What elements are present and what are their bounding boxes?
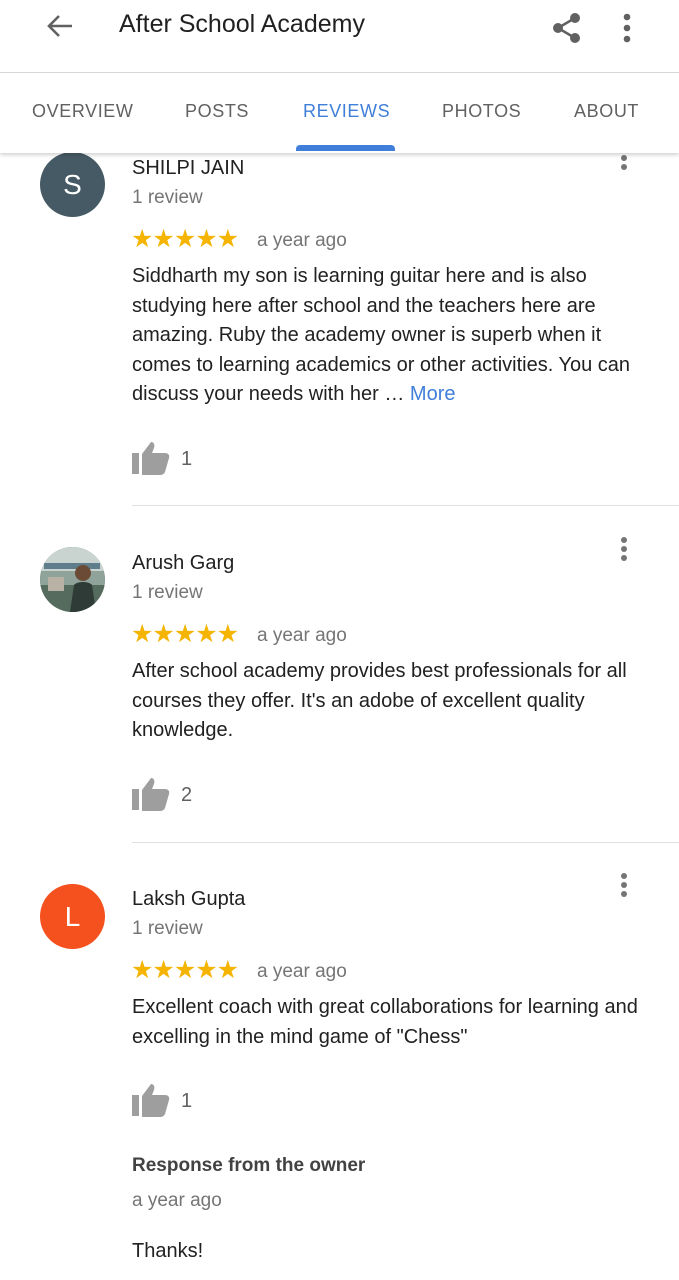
avatar[interactable]: L xyxy=(40,884,105,949)
divider xyxy=(132,842,679,843)
review-menu-icon[interactable] xyxy=(612,870,636,900)
avatar-photo[interactable] xyxy=(40,547,105,612)
owner-response-title: Response from the owner xyxy=(132,1155,366,1176)
like-count: 2 xyxy=(181,784,193,806)
review-time: a year ago xyxy=(257,961,347,982)
back-arrow-icon[interactable] xyxy=(38,6,82,46)
reviewer-name[interactable]: Laksh Gupta xyxy=(132,888,245,911)
owner-response-text: Thanks! xyxy=(132,1240,204,1262)
more-link[interactable]: More xyxy=(410,383,456,405)
star-rating: ★★★★★ xyxy=(131,225,239,253)
tab-photos[interactable]: PHOTOS xyxy=(442,101,521,122)
owner-response-time: a year ago xyxy=(132,1190,222,1211)
thumbs-up-icon[interactable] xyxy=(131,440,171,476)
reviewer-name[interactable]: Arush Garg xyxy=(132,552,234,575)
thumbs-up-icon[interactable] xyxy=(131,776,171,812)
review-text: After school academy provides best profe… xyxy=(132,660,627,742)
page-title: After School Academy xyxy=(119,10,365,38)
divider xyxy=(132,505,679,506)
reviewer-name[interactable]: SHILPI JAIN xyxy=(132,157,244,180)
tab-bar: OVERVIEW POSTS REVIEWS PHOTOS ABOUT xyxy=(0,73,679,153)
like-count: 1 xyxy=(181,1090,193,1112)
reviewer-review-count: 1 review xyxy=(132,918,203,939)
star-rating: ★★★★★ xyxy=(131,620,239,648)
review-body: Siddharth my son is learning guitar here… xyxy=(132,265,631,406)
like-count: 1 xyxy=(181,448,193,470)
thumbs-up-icon[interactable] xyxy=(131,1082,171,1118)
review-time: a year ago xyxy=(257,625,347,646)
tab-reviews[interactable]: REVIEWS xyxy=(303,101,390,122)
reviewer-review-count: 1 review xyxy=(132,187,203,208)
avatar[interactable]: S xyxy=(40,152,105,217)
app-bar: After School Academy xyxy=(0,0,679,73)
tab-overview[interactable]: OVERVIEW xyxy=(32,101,134,122)
review-menu-icon[interactable] xyxy=(612,534,636,564)
more-options-icon[interactable] xyxy=(610,8,644,48)
active-tab-indicator xyxy=(296,145,395,151)
star-rating: ★★★★★ xyxy=(131,956,239,984)
share-icon[interactable] xyxy=(546,8,588,48)
tab-about[interactable]: ABOUT xyxy=(574,101,639,122)
tab-posts[interactable]: POSTS xyxy=(185,101,249,122)
review-text: Siddharth my son is learning guitar here… xyxy=(132,262,652,410)
review-text: Excellent coach with great collaboration… xyxy=(132,996,638,1048)
review-time: a year ago xyxy=(257,230,347,251)
reviewer-review-count: 1 review xyxy=(132,582,203,603)
